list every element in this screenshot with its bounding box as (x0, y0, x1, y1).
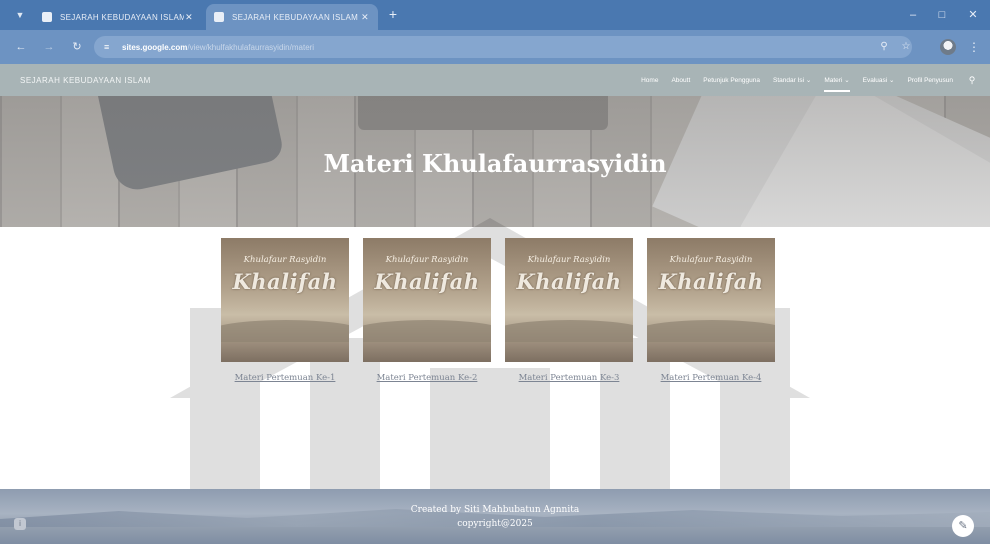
nav-home[interactable]: Home (641, 77, 658, 84)
site-header: SEJARAH KEBUDAYAAN ISLAM Home Aboutt Pet… (0, 64, 990, 96)
tab-title: SEJARAH KEBUDAYAAN ISLAM (60, 12, 184, 22)
thumbnail-subtitle: Khulafaur Rasyidin (669, 255, 753, 265)
address-bar[interactable]: ≡ sites.google.com /view/khulfakhulafaur… (94, 36, 912, 58)
material-link[interactable]: Materi Pertemuan Ke-4 (647, 373, 775, 383)
close-tab-icon[interactable]: ✕ (184, 12, 194, 23)
thumbnail-landscape (647, 320, 775, 342)
material-card[interactable]: Khulafaur Rasyidin Khalifah Materi Perte… (647, 238, 775, 383)
material-thumbnail[interactable]: Khulafaur Rasyidin Khalifah (363, 238, 491, 362)
arrow-right-icon[interactable]: → (42, 40, 56, 54)
close-tab-icon[interactable]: ✕ (360, 12, 370, 23)
material-link[interactable]: Materi Pertemuan Ke-2 (363, 373, 491, 383)
profile-avatar[interactable] (940, 39, 956, 55)
kebab-icon[interactable]: ⋮ (968, 40, 980, 54)
footer-credit: Created by Siti Mahbubatun Agnnita (410, 505, 580, 515)
url-host: sites.google.com (122, 42, 188, 52)
footer-copyright: copyright@2025 (457, 519, 533, 529)
material-card[interactable]: Khulafaur Rasyidin Khalifah Materi Perte… (363, 238, 491, 383)
nav-standar-isi[interactable]: Standar Isi ⌄ (773, 76, 811, 84)
thumbnail-landscape (221, 320, 349, 342)
tab-title: SEJARAH KEBUDAYAAN ISLAM (232, 12, 359, 22)
material-link[interactable]: Materi Pertemuan Ke-1 (221, 373, 349, 383)
thumbnail-subtitle: Khulafaur Rasyidin (527, 255, 611, 265)
google-sites-icon (214, 12, 224, 22)
hero-banner: Materi Khulafaurrasyidin (0, 96, 990, 227)
thumbnail-landscape (505, 320, 633, 342)
google-sites-icon (42, 12, 52, 22)
thumbnail-landscape (363, 320, 491, 342)
info-icon[interactable]: i (14, 518, 26, 530)
thumbnail-subtitle: Khulafaur Rasyidin (385, 255, 469, 265)
material-card[interactable]: Khulafaur Rasyidin Khalifah Materi Perte… (505, 238, 633, 383)
browser-tab-2[interactable]: SEJARAH KEBUDAYAAN ISLAM ✕ (206, 4, 378, 30)
nav-about[interactable]: Aboutt (671, 77, 690, 84)
thumbnail-title: Khalifah (658, 269, 764, 294)
reload-icon[interactable]: ↻ (70, 40, 84, 54)
material-thumbnail[interactable]: Khulafaur Rasyidin Khalifah (647, 238, 775, 362)
material-link[interactable]: Materi Pertemuan Ke-3 (505, 373, 633, 383)
tune-icon[interactable]: ≡ (104, 42, 114, 52)
chevron-down-icon[interactable]: ▼ (14, 9, 26, 21)
url-path: /view/khulfakhulafaurrasyidin/materi (187, 42, 315, 52)
pencil-icon[interactable]: ✎ (952, 515, 974, 537)
search-icon[interactable]: ⚲ (878, 41, 890, 53)
nav-petunjuk-pengguna[interactable]: Petunjuk Pengguna (703, 77, 760, 84)
material-thumbnail[interactable]: Khulafaur Rasyidin Khalifah (505, 238, 633, 362)
star-icon[interactable]: ☆ (900, 41, 912, 53)
material-card[interactable]: Khulafaur Rasyidin Khalifah Materi Perte… (221, 238, 349, 383)
plus-icon[interactable]: + (386, 7, 400, 21)
browser-tab-1[interactable]: SEJARAH KEBUDAYAAN ISLAM ✕ (34, 4, 202, 30)
arrow-left-icon[interactable]: ← (14, 40, 28, 54)
site-footer: Created by Siti Mahbubatun Agnnita copyr… (0, 489, 990, 544)
maximize-icon[interactable]: □ (935, 8, 949, 22)
page-title: Materi Khulafaurrasyidin (323, 149, 667, 178)
nav-materi[interactable]: Materi ⌄ (824, 76, 850, 92)
thumbnail-title: Khalifah (516, 269, 622, 294)
thumbnail-title: Khalifah (232, 269, 338, 294)
thumbnail-title: Khalifah (374, 269, 480, 294)
search-icon[interactable]: ⚲ (966, 75, 978, 86)
site-menu: Home Aboutt Petunjuk Pengguna Standar Is… (641, 64, 990, 96)
thumbnail-subtitle: Khulafaur Rasyidin (243, 255, 327, 265)
browser-tab-bar: ▼ SEJARAH KEBUDAYAAN ISLAM ✕ SEJARAH KEB… (0, 0, 990, 30)
browser-toolbar: ← → ↻ ≡ sites.google.com /view/khulfakhu… (0, 30, 990, 64)
nav-evaluasi[interactable]: Evaluasi ⌄ (863, 76, 895, 84)
site-title[interactable]: SEJARAH KEBUDAYAAN ISLAM (20, 76, 151, 85)
minimize-icon[interactable]: – (906, 8, 920, 22)
material-thumbnail[interactable]: Khulafaur Rasyidin Khalifah (221, 238, 349, 362)
nav-profil-penyusun[interactable]: Profil Penyusun (907, 77, 953, 84)
close-icon[interactable]: ✕ (966, 8, 980, 22)
